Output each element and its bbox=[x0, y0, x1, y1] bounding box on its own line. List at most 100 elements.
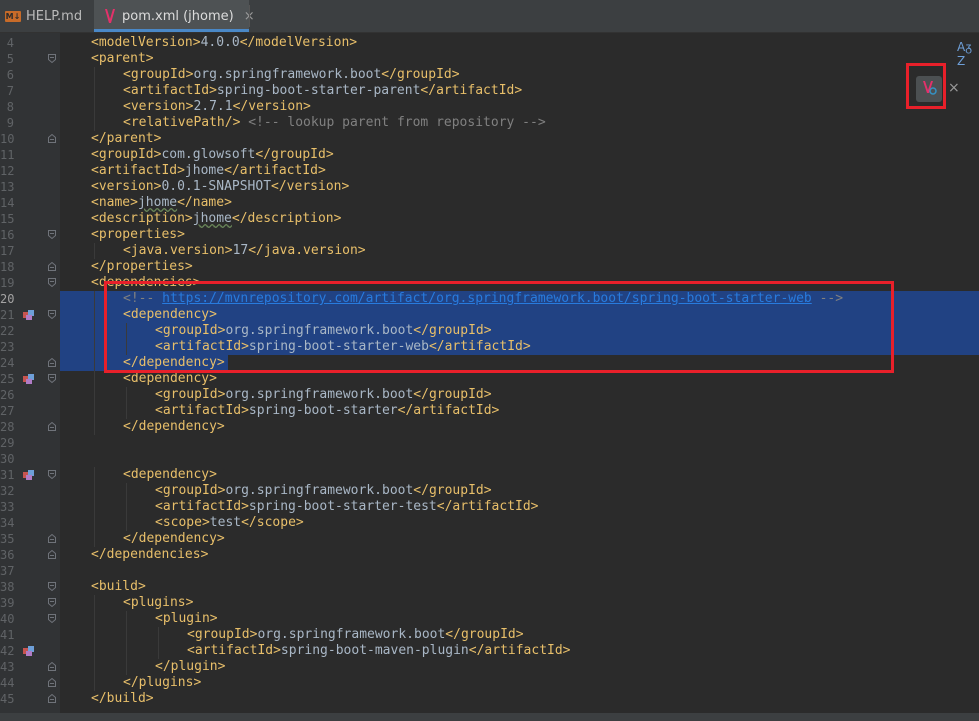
indent-guide bbox=[94, 291, 95, 307]
code-token: <version> bbox=[91, 179, 162, 194]
code-text: <artifactId>spring-boot-starter-test</ar… bbox=[155, 499, 539, 515]
code-line[interactable]: 18 </properties> bbox=[0, 259, 979, 275]
code-token: org.springframework.boot bbox=[193, 67, 382, 82]
line-number: 28 bbox=[0, 420, 15, 434]
code-line[interactable]: 26 <groupId>org.springframework.boot</gro… bbox=[0, 387, 979, 403]
maven-dependency-gutter-icon[interactable] bbox=[22, 373, 36, 385]
maven-dependency-gutter-icon[interactable] bbox=[22, 469, 36, 481]
code-line[interactable]: 11 <groupId>com.glowsoft</groupId> bbox=[0, 147, 979, 163]
fold-open-icon[interactable] bbox=[48, 54, 56, 63]
indent-guide bbox=[126, 403, 127, 419]
fold-close-icon[interactable] bbox=[48, 534, 56, 543]
line-number: 41 bbox=[0, 628, 15, 642]
code-text: </parent> bbox=[91, 131, 161, 147]
line-number: 24 bbox=[0, 356, 15, 370]
fold-close-icon[interactable] bbox=[48, 262, 56, 271]
code-line[interactable]: 34 <scope>test</scope> bbox=[0, 515, 979, 531]
code-text: <scope>test</scope> bbox=[155, 515, 304, 531]
tab-help-md[interactable]: M↓ HELP.md bbox=[0, 0, 94, 32]
fold-close-icon[interactable] bbox=[48, 134, 56, 143]
code-line[interactable]: 30 bbox=[0, 451, 979, 467]
line-number: 17 bbox=[0, 244, 15, 258]
code-line[interactable]: 40 <plugin> bbox=[0, 611, 979, 627]
line-number: 13 bbox=[0, 180, 15, 194]
reader-mode-toggle[interactable]: Aᵹ Z bbox=[957, 40, 979, 68]
code-token: <name> bbox=[91, 195, 138, 210]
code-line[interactable]: 38 <build> bbox=[0, 579, 979, 595]
code-token: <groupId> bbox=[155, 387, 226, 402]
code-token: </groupId> bbox=[381, 67, 460, 82]
code-token: <parent> bbox=[91, 51, 154, 66]
code-line[interactable]: 12 <artifactId>jhome</artifactId> bbox=[0, 163, 979, 179]
fold-open-icon[interactable] bbox=[48, 278, 56, 287]
code-line[interactable]: 39 <plugins> bbox=[0, 595, 979, 611]
line-number: 37 bbox=[0, 564, 15, 578]
fold-open-icon[interactable] bbox=[48, 582, 56, 591]
code-line[interactable]: 31 <dependency> bbox=[0, 467, 979, 483]
code-line[interactable]: 37 bbox=[0, 563, 979, 579]
code-line[interactable]: 9 <relativePath/> <!-- lookup parent from… bbox=[0, 115, 979, 131]
code-token: org.springframework.boot bbox=[225, 387, 414, 402]
maven-dependency-gutter-icon[interactable] bbox=[22, 645, 36, 657]
line-number: 10 bbox=[0, 132, 15, 146]
fold-close-icon[interactable] bbox=[48, 358, 56, 367]
code-line[interactable]: 8 <version>2.7.1</version> bbox=[0, 99, 979, 115]
code-line[interactable]: 10 </parent> bbox=[0, 131, 979, 147]
code-line[interactable]: 43 </plugin> bbox=[0, 659, 979, 675]
fold-close-icon[interactable] bbox=[48, 678, 56, 687]
code-text: <groupId>org.springframework.boot</group… bbox=[123, 67, 460, 83]
indent-guide bbox=[126, 387, 127, 403]
fold-close-icon[interactable] bbox=[48, 694, 56, 703]
bottom-scroll-bar[interactable] bbox=[0, 713, 979, 721]
line-number: 21 bbox=[0, 308, 15, 322]
code-text: <groupId>org.springframework.boot</group… bbox=[155, 387, 492, 403]
indent-guide bbox=[126, 627, 127, 643]
code-token: </groupId> bbox=[413, 387, 492, 402]
fold-open-icon[interactable] bbox=[48, 310, 56, 319]
code-line[interactable]: 17 <java.version>17</java.version> bbox=[0, 243, 979, 259]
maven-dependency-gutter-icon[interactable] bbox=[22, 309, 36, 321]
fold-open-icon[interactable] bbox=[48, 598, 56, 607]
code-text: <java.version>17</java.version> bbox=[123, 243, 366, 259]
code-line[interactable]: 27 <artifactId>spring-boot-starter</artif… bbox=[0, 403, 979, 419]
indent-guide bbox=[126, 659, 127, 675]
code-line[interactable]: 13 <version>0.0.1-SNAPSHOT</version> bbox=[0, 179, 979, 195]
code-text: <groupId>org.springframework.boot</group… bbox=[155, 483, 492, 499]
code-text: <build> bbox=[91, 579, 146, 595]
code-line[interactable]: 36 </dependencies> bbox=[0, 547, 979, 563]
maven-icon bbox=[104, 8, 116, 24]
code-line[interactable]: 35 </dependency> bbox=[0, 531, 979, 547]
line-number: 5 bbox=[6, 52, 14, 66]
fold-open-icon[interactable] bbox=[48, 470, 56, 479]
code-line[interactable]: 14 <name>jhome</name> bbox=[0, 195, 979, 211]
indent-guide bbox=[94, 499, 95, 515]
code-line[interactable]: 45 </build> bbox=[0, 691, 979, 707]
fold-close-icon[interactable] bbox=[48, 422, 56, 431]
fold-open-icon[interactable] bbox=[48, 230, 56, 239]
code-token: jhome bbox=[184, 163, 225, 178]
code-line[interactable]: 41 <groupId>org.springframework.boot</gro… bbox=[0, 627, 979, 643]
tab-pom-xml[interactable]: pom.xml (jhome) × bbox=[94, 0, 255, 32]
code-token: </version> bbox=[271, 179, 350, 194]
fold-close-icon[interactable] bbox=[48, 662, 56, 671]
code-line[interactable]: 5 <parent> bbox=[0, 51, 979, 67]
fold-close-icon[interactable] bbox=[48, 550, 56, 559]
code-line[interactable]: 15 <description>jhome</description> bbox=[0, 211, 979, 227]
code-line[interactable]: 32 <groupId>org.springframework.boot</gro… bbox=[0, 483, 979, 499]
code-line[interactable]: 6 <groupId>org.springframework.boot</grou… bbox=[0, 67, 979, 83]
close-icon[interactable]: × bbox=[948, 80, 962, 98]
code-editor[interactable]: 4 <modelVersion>4.0.0</modelVersion> 5 <par… bbox=[0, 33, 979, 721]
code-line[interactable]: 4 <modelVersion>4.0.0</modelVersion> bbox=[0, 35, 979, 51]
fold-open-icon[interactable] bbox=[48, 614, 56, 623]
code-text: </plugins> bbox=[123, 675, 201, 691]
code-text: <relativePath/> <!-- lookup parent from … bbox=[123, 115, 546, 131]
code-line[interactable]: 28 </dependency> bbox=[0, 419, 979, 435]
code-line[interactable]: 7 <artifactId>spring-boot-starter-parent<… bbox=[0, 83, 979, 99]
code-line[interactable]: 44 </plugins> bbox=[0, 675, 979, 691]
code-line[interactable]: 25 <dependency> bbox=[0, 371, 979, 387]
code-line[interactable]: 42 <artifactId>spring-boot-maven-plugin</… bbox=[0, 643, 979, 659]
code-line[interactable]: 16 <properties> bbox=[0, 227, 979, 243]
fold-open-icon[interactable] bbox=[48, 374, 56, 383]
code-line[interactable]: 29 bbox=[0, 435, 979, 451]
code-line[interactable]: 33 <artifactId>spring-boot-starter-test</… bbox=[0, 499, 979, 515]
